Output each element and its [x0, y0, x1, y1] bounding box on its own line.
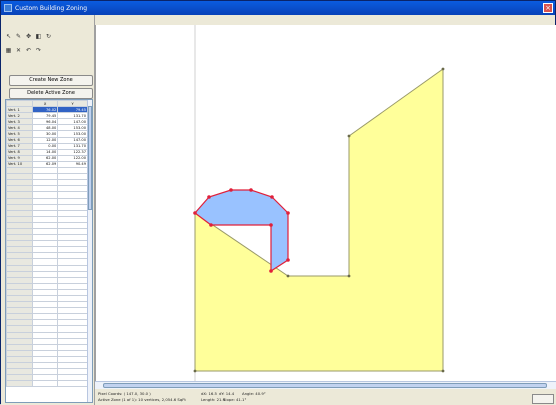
- vertex-handle[interactable]: [209, 223, 213, 227]
- vertex-handle[interactable]: [270, 195, 274, 199]
- status-bar: Pixel Coords: ( 147.0, 30.0 ) Active Zon…: [95, 389, 556, 405]
- zone-vertex[interactable]: [193, 369, 197, 373]
- vertex-grid[interactable]: X Y Vert. 1 76.02 79.45 Vert. 2 79.45 131.70 Ver…: [5, 99, 93, 403]
- zone-vertex[interactable]: [441, 67, 445, 71]
- zone-vertex[interactable]: [441, 369, 445, 373]
- pen-icon[interactable]: ✎: [15, 33, 22, 40]
- app-icon: [4, 4, 12, 12]
- vertex-handle[interactable]: [286, 258, 290, 262]
- main-window: Custom Building Zoning × ↖ ✎ ✥ ◧ ↻ ▦ ✕ ↶ ↷ Crea…: [0, 0, 556, 405]
- pixel-coords-readout: Pixel Coords: ( 147.0, 30.0 ): [98, 391, 151, 396]
- empty-row[interactable]: [6, 380, 88, 388]
- toolbar-row-1: ↖ ✎ ✥ ◧ ↻: [5, 31, 52, 41]
- left-panel: ↖ ✎ ✥ ◧ ↻ ▦ ✕ ↶ ↷ Create New Zone Delete Active…: [1, 15, 95, 405]
- vertex-handle[interactable]: [269, 223, 273, 227]
- zone-vertex[interactable]: [286, 274, 290, 278]
- scale-icon[interactable]: ◧: [35, 33, 42, 40]
- undo-icon[interactable]: ↶: [25, 47, 32, 54]
- toolbar-row-2: ▦ ✕ ↶ ↷: [5, 45, 42, 55]
- vertex-handle[interactable]: [229, 188, 233, 192]
- window-title: Custom Building Zoning: [15, 4, 88, 12]
- grid-scrollbar[interactable]: [87, 100, 92, 402]
- empty-cell[interactable]: [57, 380, 88, 388]
- vertex-handle[interactable]: [193, 211, 197, 215]
- active-zone-readout: Active Zone (1 of 1): 10 vertices, 2,054…: [98, 397, 186, 402]
- delete-icon[interactable]: ✕: [15, 47, 22, 54]
- grid-icon[interactable]: ▦: [5, 47, 12, 54]
- delete-active-zone-button[interactable]: Delete Active Zone: [9, 88, 93, 99]
- drawing-canvas[interactable]: [95, 25, 556, 383]
- move-icon[interactable]: ✥: [25, 33, 32, 40]
- grid-scroll-thumb[interactable]: [88, 106, 92, 210]
- slope-readout: Slope: 41.1°: [223, 397, 247, 402]
- zone-vertex[interactable]: [347, 274, 351, 278]
- horizontal-scrollbar[interactable]: [95, 381, 556, 389]
- status-button[interactable]: [532, 394, 554, 404]
- angle-readout: Angle: 40.9°: [242, 391, 266, 396]
- create-new-zone-button[interactable]: Create New Zone: [9, 75, 93, 86]
- vertex-handle[interactable]: [207, 195, 211, 199]
- vertex-handle[interactable]: [269, 269, 273, 273]
- horizontal-scroll-thumb[interactable]: [103, 383, 547, 388]
- empty-cell[interactable]: [31, 380, 59, 388]
- vertex-handle[interactable]: [286, 211, 290, 215]
- close-button[interactable]: ×: [543, 3, 553, 13]
- dy-readout: dY: 14.4: [219, 391, 235, 396]
- length-readout: Length: 21.9: [201, 397, 226, 402]
- vertex-table: X Y Vert. 1 76.02 79.45 Vert. 2 79.45 131.70 Ver…: [6, 100, 88, 388]
- zone-vertex[interactable]: [347, 134, 351, 138]
- vertex-handle[interactable]: [249, 188, 253, 192]
- select-icon[interactable]: ↖: [5, 33, 12, 40]
- title-bar: Custom Building Zoning ×: [1, 1, 555, 15]
- empty-cell: [6, 380, 33, 388]
- rotate-icon[interactable]: ↻: [45, 33, 52, 40]
- dx-readout: dX: 16.5: [201, 391, 217, 396]
- zone-drawing[interactable]: [96, 25, 556, 381]
- redo-icon[interactable]: ↷: [35, 47, 42, 54]
